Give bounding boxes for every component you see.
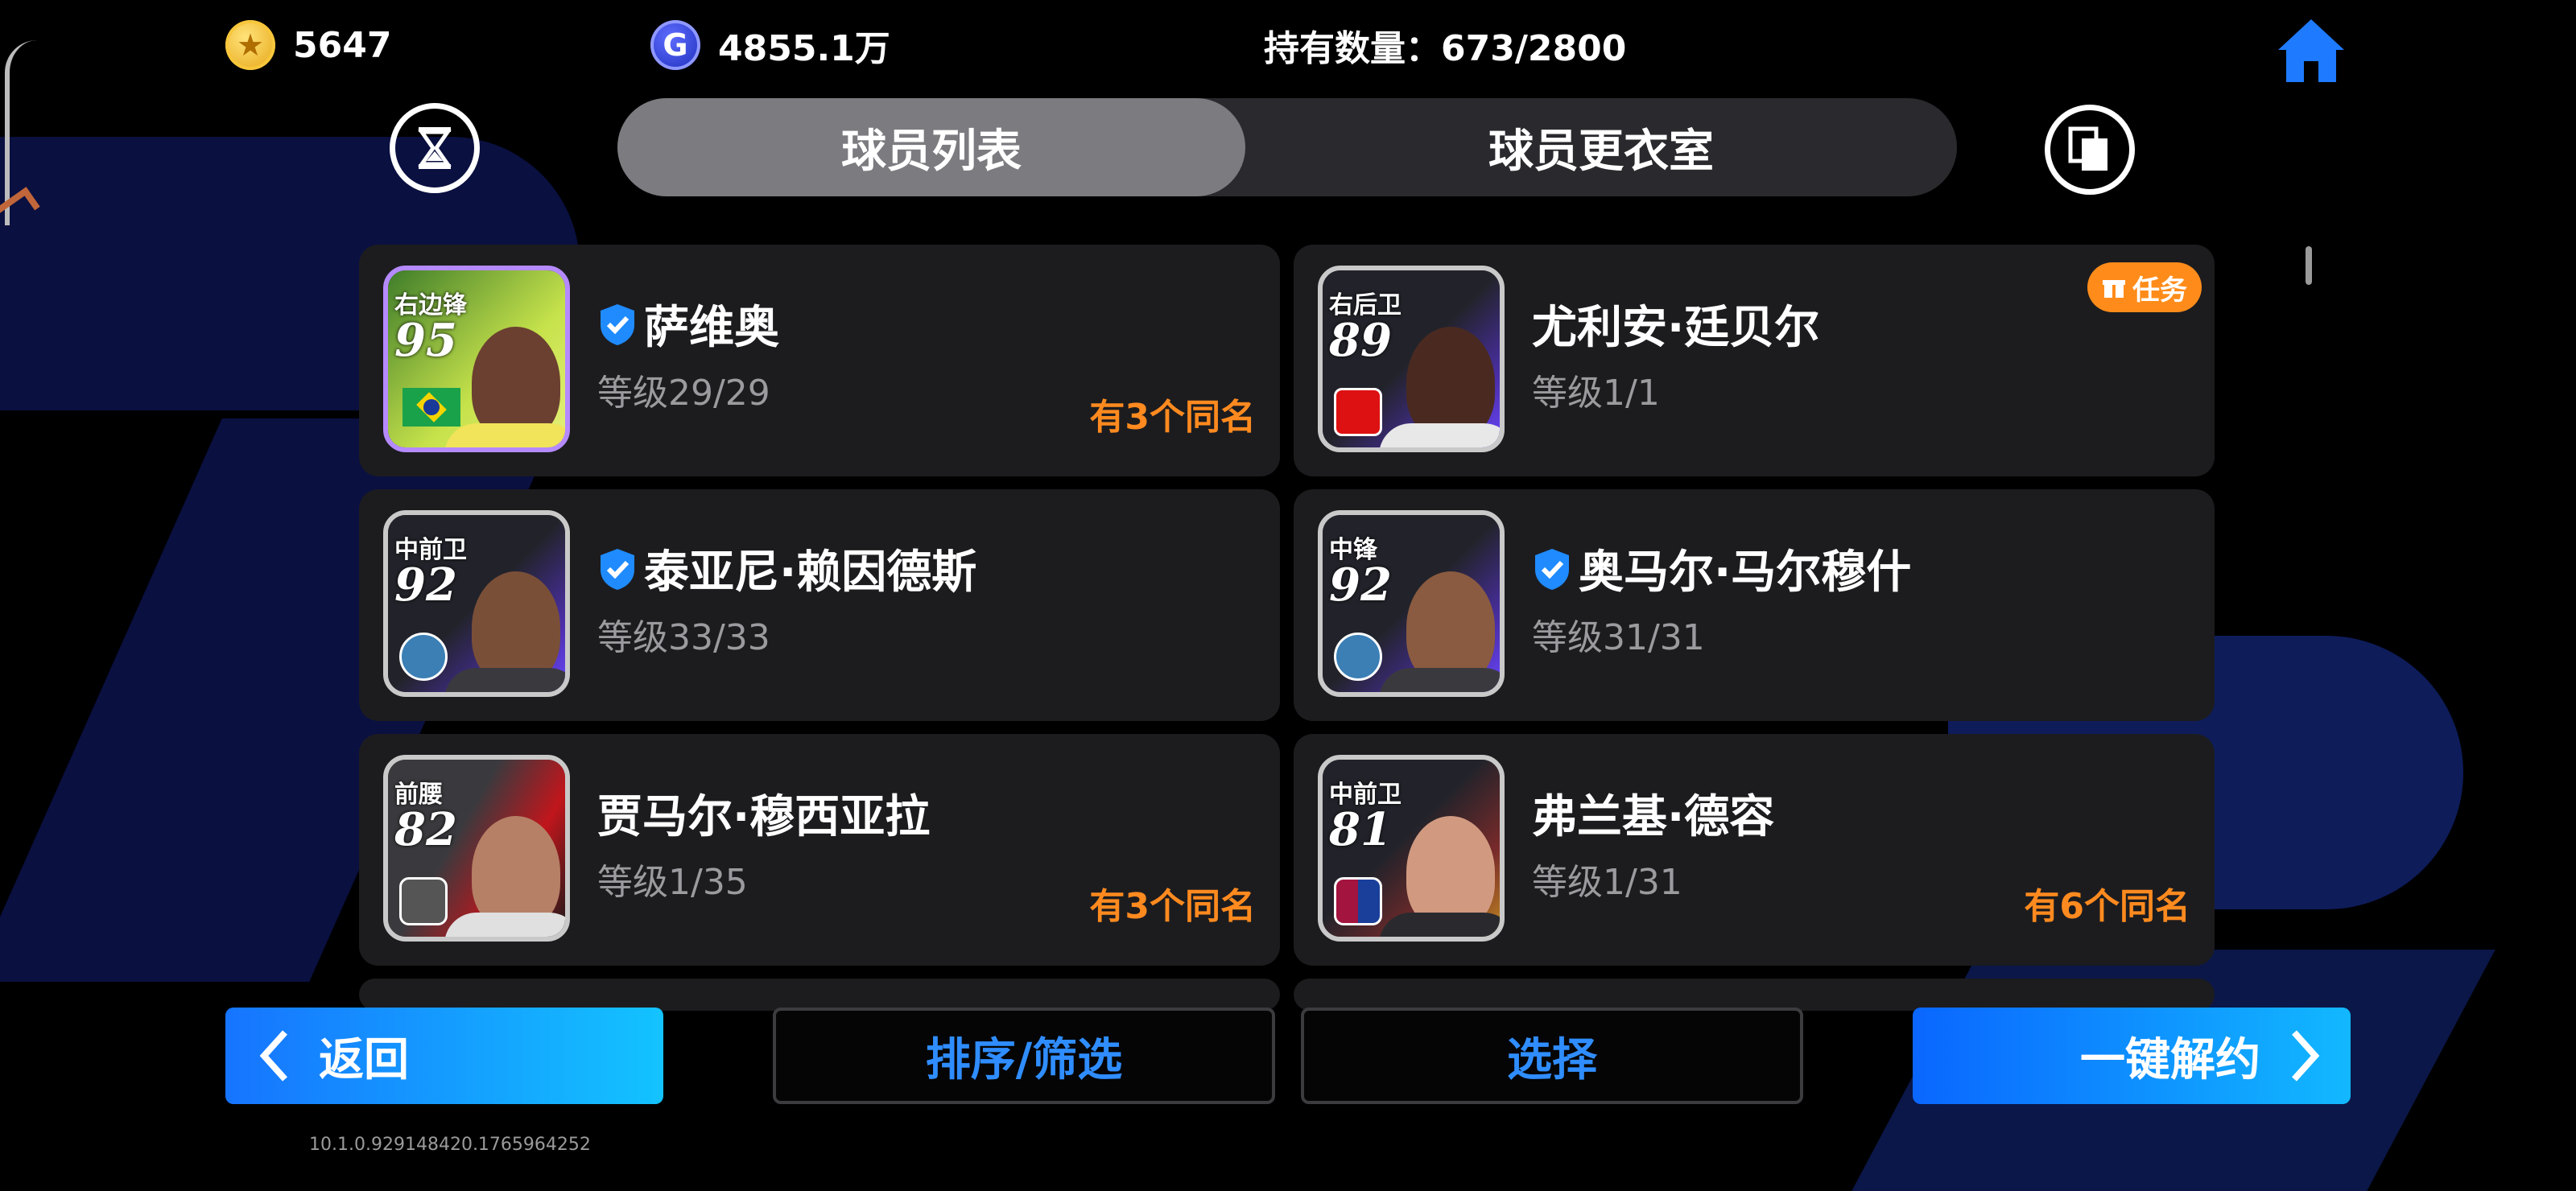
- player-rating: 92: [394, 558, 457, 612]
- shield-check-icon: [601, 303, 634, 345]
- player-name: 尤利安·廷贝尔: [1532, 302, 1820, 354]
- club-badge-icon: [399, 633, 448, 681]
- player-jersey: [1379, 423, 1500, 447]
- player-portrait: [472, 816, 560, 929]
- select-button[interactable]: 选择: [1301, 1008, 1803, 1104]
- tab-player-list[interactable]: 球员列表: [617, 98, 1245, 196]
- player-jersey: [1379, 913, 1500, 937]
- player-rating: 95: [394, 314, 457, 367]
- player-rating: 89: [1329, 314, 1392, 367]
- gift-icon: [2103, 280, 2125, 298]
- player-name: 萨维奥: [644, 302, 779, 354]
- player-rating: 81: [1329, 803, 1392, 856]
- duplicate-count: 有3个同名: [1089, 886, 1256, 927]
- tab-bar: 球员列表 球员更衣室: [617, 98, 1957, 196]
- player-thumbnail: 中锋 92: [1318, 510, 1505, 697]
- player-level: 等级1/1: [1532, 373, 1660, 414]
- player-level: 等级29/29: [597, 373, 770, 414]
- club-badge-icon: [1334, 388, 1382, 436]
- shield-check-icon: [601, 548, 634, 590]
- player-name-row: 萨维奥: [597, 291, 779, 356]
- player-portrait: [1406, 816, 1495, 929]
- home-button[interactable]: [2275, 16, 2347, 84]
- copy-icon: [2068, 126, 2107, 171]
- sort-filter-button[interactable]: 排序/筛选: [773, 1008, 1275, 1104]
- player-card[interactable]: 右后卫 89 尤利安·廷贝尔 等级1/1 任务: [1294, 245, 2215, 476]
- player-portrait: [1406, 327, 1495, 439]
- copy-button[interactable]: [2045, 105, 2135, 195]
- player-thumbnail: 右边锋 95: [383, 266, 570, 452]
- player-jersey: [1379, 668, 1500, 692]
- chevron-left-icon: [259, 1030, 287, 1082]
- player-level: 等级1/35: [597, 862, 748, 903]
- scroll-indicator[interactable]: [2306, 246, 2312, 285]
- holdings-count: 持有数量：673/2800: [1264, 19, 1626, 71]
- player-name: 奥马尔·马尔穆什: [1579, 546, 1912, 599]
- club-badge-icon: [1334, 633, 1382, 681]
- player-thumbnail: 中前卫 81: [1318, 755, 1505, 942]
- duplicate-count: 有6个同名: [2024, 886, 2190, 927]
- player-name-row: 泰亚尼·赖因德斯: [597, 536, 976, 601]
- player-card[interactable]: 中前卫 81 弗兰基·德容 等级1/31 有6个同名: [1294, 734, 2215, 966]
- player-name: 弗兰基·德容: [1532, 791, 1775, 843]
- coin-balance: ★ 5647: [225, 19, 391, 71]
- back-label: 返回: [319, 1033, 409, 1086]
- gp-icon: G: [650, 20, 700, 70]
- player-level: 等级1/31: [1532, 862, 1682, 903]
- player-card[interactable]: 前腰 82 贾马尔·穆西亚拉 等级1/35 有3个同名: [359, 734, 1280, 966]
- player-card[interactable]: 右边锋 95 萨维奥 等级29/29 有3个同名: [359, 245, 1280, 476]
- coin-amount: 5647: [293, 24, 392, 66]
- player-thumbnail: 中前卫 92: [383, 510, 570, 697]
- player-name-row: 奥马尔·马尔穆什: [1532, 536, 1911, 601]
- brazil-flag-icon: [402, 388, 460, 427]
- club-badge-icon: [1334, 877, 1382, 925]
- player-card[interactable]: [1294, 979, 2215, 1011]
- player-jersey: [444, 423, 565, 447]
- player-level: 等级31/31: [1532, 617, 1705, 658]
- player-name-row: 尤利安·廷贝尔: [1532, 291, 1819, 356]
- player-card[interactable]: 中前卫 92 泰亚尼·赖因德斯 等级33/33: [359, 489, 1280, 721]
- player-name: 贾马尔·穆西亚拉: [597, 791, 931, 843]
- player-name-row: 贾马尔·穆西亚拉: [597, 781, 930, 846]
- sort-filter-label: 排序/筛选: [925, 1033, 1123, 1086]
- select-label: 选择: [1507, 1033, 1597, 1086]
- holdings-text: 持有数量：673/2800: [1264, 28, 1627, 69]
- version-text: 10.1.0.929148420.1765964252: [309, 1135, 591, 1155]
- release-all-button[interactable]: 一键解约: [1913, 1008, 2351, 1104]
- player-level: 等级33/33: [597, 617, 770, 658]
- club-badge-icon: [399, 877, 448, 925]
- player-jersey: [444, 668, 565, 692]
- mission-label: 任务: [2132, 274, 2187, 307]
- timer-button[interactable]: [390, 103, 480, 193]
- shield-check-icon: [1535, 548, 1569, 590]
- player-rating: 92: [1329, 558, 1392, 612]
- gp-balance: G 4855.1万: [650, 19, 890, 71]
- gp-amount: 4855.1万: [718, 28, 890, 69]
- player-thumbnail: 前腰 82: [383, 755, 570, 942]
- player-portrait: [1406, 571, 1495, 684]
- player-name: 泰亚尼·赖因德斯: [644, 546, 977, 599]
- player-card[interactable]: 中锋 92 奥马尔·马尔穆什 等级31/31: [1294, 489, 2215, 721]
- player-portrait: [472, 571, 560, 684]
- player-name-row: 弗兰基·德容: [1532, 781, 1774, 846]
- player-thumbnail: 右后卫 89: [1318, 266, 1505, 452]
- chevron-right-icon: [2292, 1030, 2320, 1082]
- release-all-label: 一键解约: [2080, 1033, 2260, 1086]
- duplicate-count: 有3个同名: [1089, 397, 1256, 438]
- coin-icon: ★: [225, 20, 275, 70]
- mission-badge[interactable]: 任务: [2087, 262, 2202, 312]
- hourglass-icon: [418, 127, 452, 169]
- back-button[interactable]: 返回: [225, 1008, 663, 1104]
- home-icon: [2278, 19, 2344, 82]
- player-portrait: [472, 327, 560, 439]
- player-jersey: [444, 913, 565, 937]
- tab-locker-room[interactable]: 球员更衣室: [1245, 98, 1957, 196]
- player-rating: 82: [394, 803, 457, 856]
- player-card[interactable]: [359, 979, 1280, 1011]
